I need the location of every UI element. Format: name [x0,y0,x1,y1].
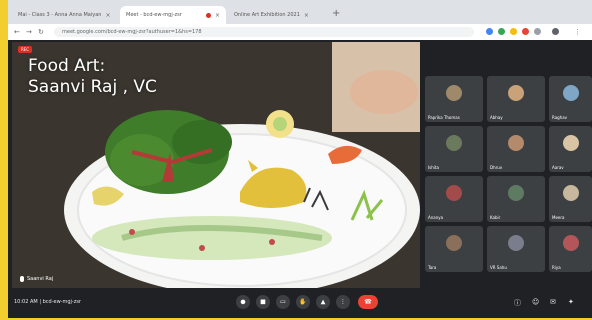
participant-name: Paprika Thomas [428,115,460,120]
participant-tile[interactable]: Meera [549,176,592,222]
avatar [562,185,579,202]
present-button[interactable]: ▲ [316,295,330,309]
back-icon[interactable]: ← [14,28,20,36]
info-icon[interactable]: ⓘ [514,298,521,308]
participant-tile[interactable]: Riya [549,226,592,272]
new-tab-icon[interactable]: + [332,8,340,19]
avatar [446,235,462,252]
tab-bar: Mai - Class 3 - Anna Anna Maiyan × Meet … [8,0,592,24]
participant-tile[interactable]: Tara [425,226,483,272]
extension-icon[interactable] [522,28,529,35]
address-bar: ← → ↻ meet.google.com/bcd-ew-mgj-zsr?aut… [8,24,592,41]
captions-button[interactable]: ▭ [276,295,290,309]
close-icon[interactable]: × [215,12,220,19]
participant-tile[interactable]: Dhruv [487,126,545,172]
meeting-controls-bar: 10:02 AM | bcd-ew-mgj-zsr ● ■ ▭ ✋ ▲ ⋮ ☎ … [8,288,592,318]
avatar [562,85,579,102]
present-icon: ▲ [320,298,326,306]
browser-window: Mai - Class 3 - Anna Anna Maiyan × Meet … [8,0,592,318]
profile-avatar[interactable] [552,28,559,35]
participant-name: Kabir [490,215,501,220]
chat-icon[interactable]: ✉ [550,298,556,306]
menu-dots-icon[interactable]: ⋮ [574,28,581,36]
extension-icon[interactable] [498,28,505,35]
tab-label: Mai - Class 3 - Anna Anna Maiyan [18,12,102,18]
browser-tab-2[interactable]: Meet - bcd-ew-mgj-zsr × [120,6,226,24]
participant-name: Ananya [428,215,444,220]
captions-icon: ▭ [280,298,286,306]
participant-tile[interactable]: VR Sahu [487,226,545,272]
participant-tile[interactable]: Raghav [549,76,592,122]
close-icon[interactable]: × [105,12,110,19]
participant-tile[interactable]: Aarav [549,126,592,172]
participant-name: Ishita [428,165,439,170]
leave-call-button[interactable]: ☎ [358,295,378,309]
more-options-icon: ⋮ [340,298,346,306]
camera-icon: ■ [260,298,266,306]
avatar [446,135,462,152]
avatar [446,85,462,102]
participant-grid: Paprika Thomas Abhay Raghav Ishita Dhruv… [425,76,592,286]
meeting-time-code: 10:02 AM | bcd-ew-mgj-zsr [14,299,81,305]
people-icon[interactable]: ☺ [532,298,539,306]
close-icon[interactable]: × [304,12,309,19]
participant-name: Riya [552,265,561,270]
participant-name: Abhay [490,115,503,120]
presentation-caption: Food Art: Saanvi Raj , VC [28,56,157,98]
avatar [446,185,462,202]
participant-name: Meera [552,215,565,220]
caption-title: Food Art: [28,56,106,76]
participant-name: Aarav [552,165,564,170]
presenter-label: Saanvi Raj [20,276,53,282]
browser-tab-1[interactable]: Mai - Class 3 - Anna Anna Maiyan × [12,6,118,24]
more-options-button[interactable]: ⋮ [336,295,350,309]
reload-icon[interactable]: ↻ [38,28,44,36]
extension-icon[interactable] [510,28,517,35]
caption-subtitle: Saanvi Raj , VC [28,77,157,97]
participant-tile[interactable]: Abhay [487,76,545,122]
recording-dot-icon [205,12,211,18]
meeting-stage: REC Food Art: Saanvi Raj , VC Saanvi Raj… [8,40,592,288]
tab-label: Meet - bcd-ew-mgj-zsr [126,12,182,18]
participant-name: Dhruv [490,165,503,170]
extension-icon[interactable] [534,28,541,35]
participant-name: VR Sahu [490,265,507,270]
avatar [508,85,524,102]
activities-icon[interactable]: ✦ [568,298,574,306]
avatar [508,185,524,202]
participant-name: Raghav [552,115,568,120]
participant-tile[interactable]: Ananya [425,176,483,222]
extension-icon[interactable] [486,28,493,35]
mic-button[interactable]: ● [236,295,250,309]
tab-label: Online Art Exhibition 2021 [234,12,300,18]
participant-name: Tara [428,265,437,270]
browser-tab-3[interactable]: Online Art Exhibition 2021 × [228,6,334,24]
end-call-icon: ☎ [364,298,372,306]
participant-tile[interactable]: Ishita [425,126,483,172]
url-field[interactable]: meet.google.com/bcd-ew-mgj-zsr?authuser=… [54,27,474,37]
presenter-name: Saanvi Raj [27,276,54,282]
avatar [562,235,579,252]
raise-hand-button[interactable]: ✋ [296,295,310,309]
participant-tile[interactable]: Paprika Thomas [425,76,483,122]
avatar [508,135,524,152]
presented-video: REC Food Art: Saanvi Raj , VC Saanvi Raj [12,42,420,288]
forward-icon[interactable]: → [26,28,32,36]
avatar [562,135,579,152]
participant-tile[interactable]: Kabir [487,176,545,222]
recording-badge: REC [18,46,33,53]
mic-icon [20,276,24,282]
hand-icon: ✋ [299,298,307,306]
avatar [508,235,524,252]
camera-button[interactable]: ■ [256,295,270,309]
mic-icon: ● [240,298,246,306]
